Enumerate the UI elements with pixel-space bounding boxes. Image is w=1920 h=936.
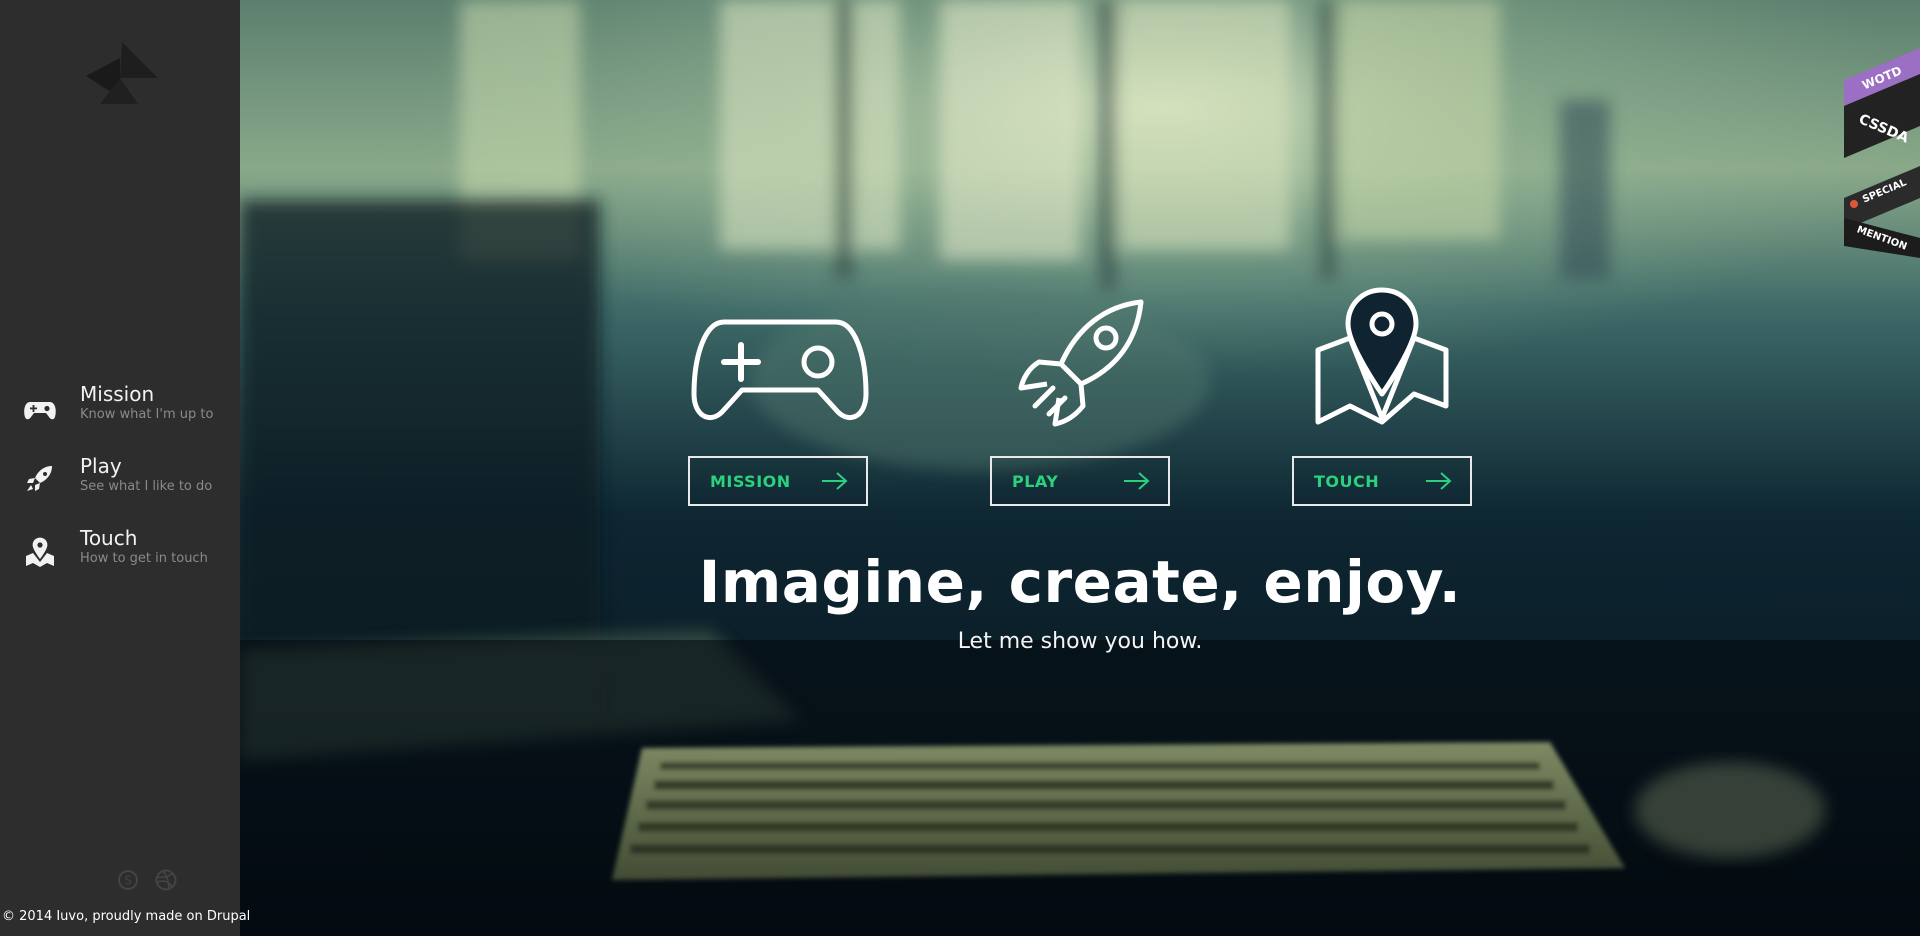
mission-button-label: MISSION xyxy=(710,471,791,491)
gamepad-icon[interactable] xyxy=(690,316,870,428)
footer-copyright: © 2014 Iuvo, proudly made on Drupal xyxy=(2,909,251,924)
arrow-right-icon xyxy=(1124,472,1150,490)
touch-button[interactable]: TOUCH xyxy=(1292,456,1472,506)
nav-title: Mission xyxy=(80,382,155,406)
nav-title: Touch xyxy=(80,526,138,550)
nav-item-play[interactable]: Play See what I like to do xyxy=(0,454,240,510)
sidebar: Mission Know what I'm up to Play See wha… xyxy=(0,0,240,936)
nav-item-mission[interactable]: Mission Know what I'm up to xyxy=(0,382,240,438)
arrow-right-icon xyxy=(822,472,848,490)
cssda-dot-icon xyxy=(1850,200,1858,208)
play-button-label: PLAY xyxy=(1012,471,1059,491)
social-links: S xyxy=(116,868,178,892)
skype-icon[interactable]: S xyxy=(116,868,140,892)
svg-text:S: S xyxy=(124,874,132,888)
site-logo-icon[interactable] xyxy=(80,38,160,110)
play-button[interactable]: PLAY xyxy=(990,456,1170,506)
hero-subline: Let me show you how. xyxy=(957,629,1203,654)
award-ribbon[interactable]: WOTD CSSDA SPECIAL MENTION xyxy=(1844,48,1920,258)
hero-section: MISSION PLAY TOUCH Imagine, create, enjo… xyxy=(240,0,1920,936)
nav-subtitle: Know what I'm up to xyxy=(80,407,214,422)
hero-headline: Imagine, create, enjoy. xyxy=(698,548,1462,616)
nav-subtitle: See what I like to do xyxy=(80,479,213,494)
app: Mission Know what I'm up to Play See wha… xyxy=(0,0,1920,936)
arrow-right-icon xyxy=(1426,472,1452,490)
rocket-icon xyxy=(27,466,52,491)
rocket-icon[interactable] xyxy=(1013,298,1147,428)
mission-button[interactable]: MISSION xyxy=(688,456,868,506)
nav-item-touch[interactable]: Touch How to get in touch xyxy=(0,526,240,582)
map-pin-icon[interactable] xyxy=(1314,286,1450,428)
touch-button-label: TOUCH xyxy=(1314,471,1380,491)
map-pin-icon xyxy=(26,536,54,567)
dribbble-icon[interactable] xyxy=(154,868,178,892)
nav-subtitle: How to get in touch xyxy=(80,551,208,566)
nav-title: Play xyxy=(80,454,122,478)
gamepad-icon xyxy=(24,402,56,420)
